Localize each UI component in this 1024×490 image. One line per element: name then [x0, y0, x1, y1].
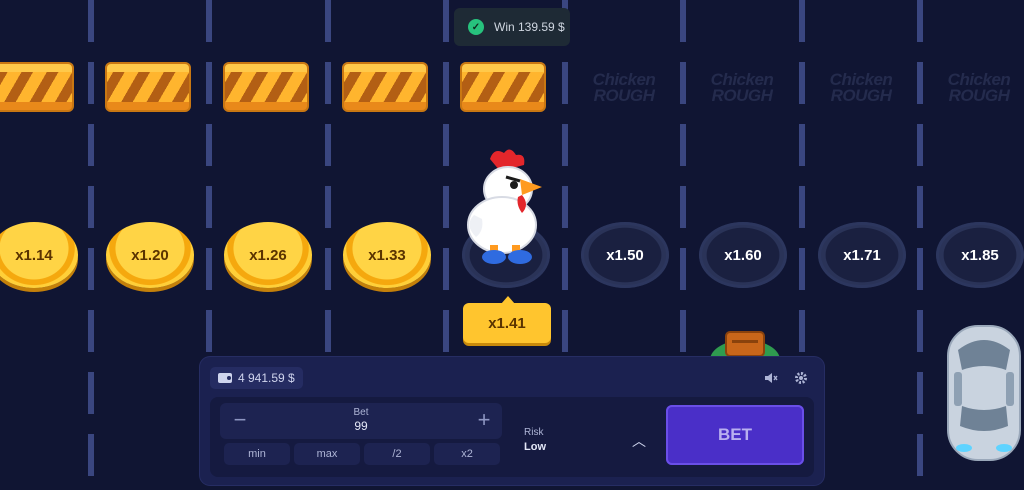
chicken-character: [467, 149, 542, 264]
bet-amount-field[interactable]: − Bet 99 +: [220, 403, 502, 439]
win-notification: ✓ Win 139.59 $: [454, 8, 570, 46]
bet-controls: − Bet 99 + min max /2 x2 Risk Low ︿ BET: [210, 397, 814, 477]
lane-divider: [917, 0, 923, 490]
multiplier-coin: x1.26: [224, 222, 312, 288]
manhole-multiplier[interactable]: x1.50: [581, 222, 669, 288]
wallet-icon: [218, 373, 232, 383]
road-barrier: [223, 62, 309, 112]
sign-line2: ROUGH: [593, 86, 655, 105]
bag-icon: [710, 331, 780, 360]
road-sign: Chicken ROUGH: [699, 71, 785, 105]
road-barrier: [460, 62, 546, 112]
sound-toggle[interactable]: [760, 367, 782, 389]
bet-max-button[interactable]: max: [294, 443, 360, 465]
risk-value: Low: [524, 441, 546, 453]
bet-panel: 4 941.59 $ − Bet 99 + min max /2 x2 Risk…: [200, 357, 824, 485]
mute-icon: [765, 373, 778, 383]
bet-button[interactable]: BET: [666, 405, 804, 465]
bet-label: Bet: [353, 407, 369, 418]
manhole-multiplier[interactable]: x1.85: [936, 222, 1024, 288]
manhole-multiplier[interactable]: x1.71: [818, 222, 906, 288]
chevron-up-icon[interactable]: ︿: [632, 431, 646, 451]
road-sign: Chicken ROUGH: [818, 71, 904, 105]
settings-button[interactable]: [790, 367, 812, 389]
road-barrier: [342, 62, 428, 112]
multiplier-coin: x1.20: [106, 222, 194, 288]
gear-icon: [795, 372, 807, 384]
road-sign: Chicken ROUGH: [581, 71, 667, 105]
balance-value: 4 941.59 $: [238, 371, 295, 385]
bet-value[interactable]: 99: [220, 419, 502, 433]
balance-display: 4 941.59 $: [210, 367, 303, 389]
sign-line2: ROUGH: [948, 86, 1010, 105]
bet-half-button[interactable]: /2: [364, 443, 430, 465]
bet-double-button[interactable]: x2: [434, 443, 500, 465]
multiplier-coin: x1.14: [0, 222, 78, 288]
sign-line2: ROUGH: [711, 86, 773, 105]
road-barrier: [0, 62, 74, 112]
current-multiplier: x1.41: [463, 296, 551, 343]
check-icon: ✓: [468, 19, 484, 35]
car-icon: [947, 325, 1021, 461]
road-sign: Chicken ROUGH: [936, 71, 1022, 105]
road-barrier: [105, 62, 191, 112]
increase-bet-button[interactable]: +: [472, 409, 496, 433]
bet-min-button[interactable]: min: [224, 443, 290, 465]
lane-divider: [88, 0, 94, 490]
win-text: Win 139.59 $: [494, 20, 565, 34]
sign-line2: ROUGH: [830, 86, 892, 105]
risk-selector[interactable]: Risk Low ︿: [516, 403, 658, 465]
multiplier-coin: x1.33: [343, 222, 431, 288]
risk-label: Risk: [524, 427, 544, 438]
manhole-multiplier[interactable]: x1.60: [699, 222, 787, 288]
